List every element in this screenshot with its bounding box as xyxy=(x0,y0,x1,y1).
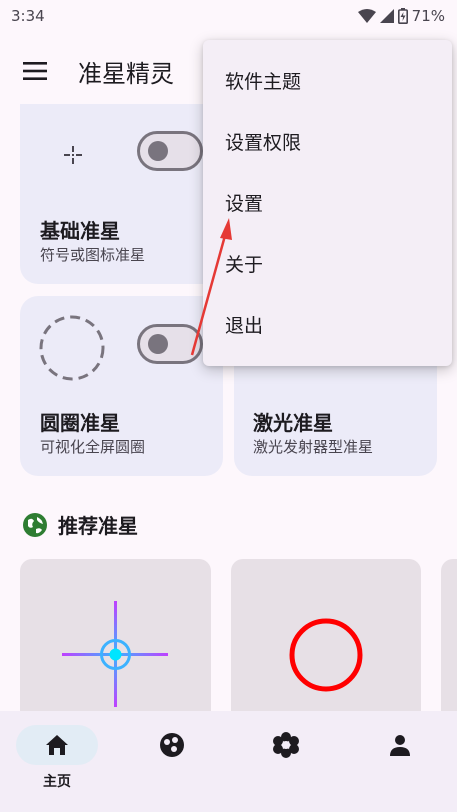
recommended-card-1[interactable] xyxy=(20,559,211,729)
nav-home-pill xyxy=(16,725,98,765)
status-time: 3:34 xyxy=(11,7,45,25)
app-title: 准星精灵 xyxy=(78,60,174,88)
battery-percent: 71% xyxy=(411,7,445,25)
menu-item-exit[interactable]: 退出 xyxy=(203,294,452,355)
card-basic-crosshair[interactable]: 基础准星 符号或图标准星 xyxy=(20,104,223,284)
menu-item-about[interactable]: 关于 xyxy=(203,233,452,294)
home-icon xyxy=(46,735,68,755)
recommended-card-3[interactable] xyxy=(441,559,457,729)
card-circle-crosshair[interactable]: 圆圈准星 可视化全屏圆圈 xyxy=(20,296,223,476)
overflow-menu: 软件主题 设置权限 设置 关于 退出 xyxy=(203,40,452,366)
status-icons: 71% xyxy=(357,7,445,25)
nav-home-label: 主页 xyxy=(43,774,71,790)
wifi-icon xyxy=(357,9,376,23)
flower-icon xyxy=(273,732,299,758)
card-subtitle: 激光发射器型准星 xyxy=(253,438,374,456)
menu-item-theme[interactable]: 软件主题 xyxy=(203,50,452,111)
nav-palette-pill xyxy=(131,725,213,765)
dashed-circle-icon xyxy=(39,315,105,381)
bottom-navigation: 主页 xyxy=(0,711,457,812)
section-recommended: 推荐准星 xyxy=(22,510,138,539)
toggle-knob xyxy=(148,141,168,161)
nav-profile[interactable] xyxy=(355,725,445,765)
nav-flower[interactable] xyxy=(241,725,331,765)
globe-icon xyxy=(23,512,47,537)
menu-item-permissions[interactable]: 设置权限 xyxy=(203,111,452,172)
section-title: 推荐准星 xyxy=(58,514,138,538)
nav-palette[interactable] xyxy=(127,725,217,765)
recommended-card-2[interactable] xyxy=(231,559,421,729)
nav-profile-pill xyxy=(359,725,441,765)
card-title: 激光准星 xyxy=(253,411,333,435)
toggle-knob xyxy=(148,334,168,354)
crosshair-dot-icon xyxy=(64,146,82,164)
menu-item-settings[interactable]: 设置 xyxy=(203,172,452,233)
status-bar: 3:34 71% xyxy=(0,0,457,32)
card-title: 圆圈准星 xyxy=(40,411,120,435)
menu-icon[interactable] xyxy=(22,60,48,82)
card-subtitle: 可视化全屏圆圈 xyxy=(40,438,146,456)
card-title: 基础准星 xyxy=(40,219,120,243)
nav-flower-pill xyxy=(245,725,327,765)
person-icon xyxy=(390,735,410,756)
palette-icon xyxy=(160,733,184,757)
card-subtitle: 符号或图标准星 xyxy=(40,246,146,264)
signal-icon xyxy=(379,9,394,23)
battery-icon xyxy=(397,8,408,24)
basic-crosshair-toggle[interactable] xyxy=(137,131,203,171)
nav-home[interactable]: 主页 xyxy=(12,725,102,791)
blue-crosshair-icon xyxy=(62,601,168,707)
red-circle-icon xyxy=(289,618,363,692)
circle-crosshair-toggle[interactable] xyxy=(137,324,203,364)
